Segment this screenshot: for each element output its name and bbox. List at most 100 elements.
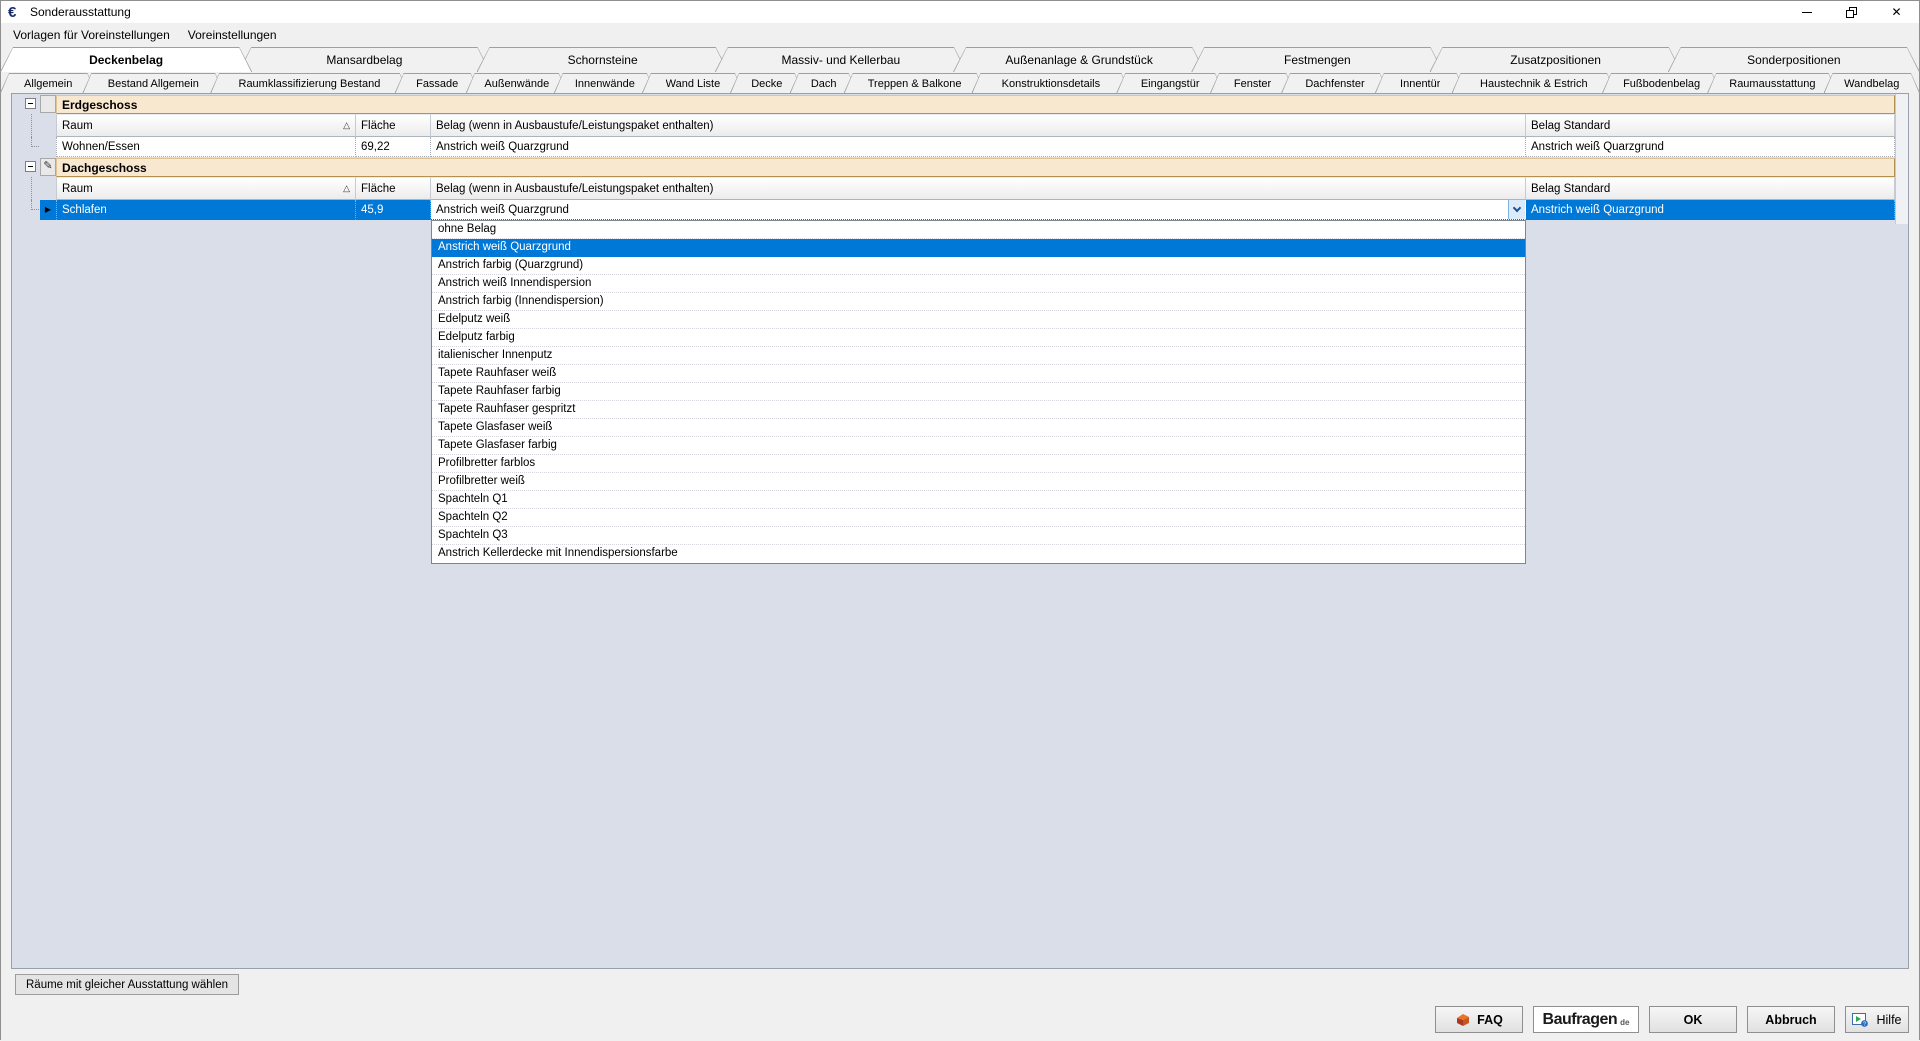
tab-haustechnik-estrich[interactable]: Haustechnik & Estrich <box>1452 73 1616 93</box>
cell-flaeche[interactable]: 45,9 <box>356 200 431 220</box>
dropdown-option-tapete-rauhfaser-gespritzt[interactable]: Tapete Rauhfaser gespritzt <box>432 401 1525 419</box>
tab-label: Deckenbelag <box>89 53 163 67</box>
cell-flaeche[interactable]: 69,22 <box>356 137 431 157</box>
tab-label: Außenwände <box>484 78 549 90</box>
app-euro-icon: € <box>8 5 26 20</box>
tab-label: Mansardbelag <box>326 53 402 67</box>
tab-mansardbelag[interactable]: Mansardbelag <box>238 47 490 72</box>
tab-schornsteine[interactable]: Schornsteine <box>477 47 729 72</box>
dropdown-option-profilbretter-weiß[interactable]: Profilbretter weiß <box>432 473 1525 491</box>
tab-außenwände[interactable]: Außenwände <box>466 73 568 93</box>
sort-ascending-icon: △ <box>343 120 350 131</box>
window-title: Sonderausstattung <box>30 5 131 19</box>
dropdown-option-edelputz-weiß[interactable]: Edelputz weiß <box>432 311 1525 329</box>
dropdown-option-spachteln-q3[interactable]: Spachteln Q3 <box>432 527 1525 545</box>
cell-belag-editor[interactable]: Anstrich weiß Quarzgrund <box>431 200 1526 220</box>
cell-belag-standard[interactable]: Anstrich weiß Quarzgrund <box>1526 137 1895 157</box>
select-same-equipment-rooms-button[interactable]: Räume mit gleicher Ausstattung wählen <box>15 974 239 995</box>
dropdown-option-italienischer-innenputz[interactable]: italienischer Innenputz <box>432 347 1525 365</box>
column-header-belag-standard[interactable]: Belag Standard <box>1526 114 1895 137</box>
group-indicator: ✎ <box>40 158 56 176</box>
tab-label: Festmengen <box>1284 53 1351 67</box>
column-header-belag[interactable]: Belag (wenn in Ausbaustufe/Leistungspake… <box>431 177 1526 200</box>
dropdown-option-tapete-glasfaser-weiß[interactable]: Tapete Glasfaser weiß <box>432 419 1525 437</box>
column-header-belag-standard[interactable]: Belag Standard <box>1526 177 1895 200</box>
cell-raum[interactable]: Schlafen <box>56 200 356 220</box>
help-label: Hilfe <box>1876 1013 1901 1027</box>
tab-label: Innentür <box>1400 78 1440 90</box>
faq-label: FAQ <box>1477 1013 1503 1027</box>
cell-belag-standard[interactable]: Anstrich weiß Quarzgrund <box>1526 200 1895 220</box>
minimize-button[interactable] <box>1784 1 1829 23</box>
dropdown-option-anstrich-weiß-innendispersion[interactable]: Anstrich weiß Innendispersion <box>432 275 1525 293</box>
tab-konstruktionsdetails[interactable]: Konstruktionsdetails <box>972 73 1131 93</box>
dropdown-option-anstrich-farbig-innendispersion[interactable]: Anstrich farbig (Innendispersion) <box>432 293 1525 311</box>
baufragen-logo-text: Baufragen <box>1543 1011 1618 1029</box>
dropdown-option-tapete-glasfaser-farbig[interactable]: Tapete Glasfaser farbig <box>432 437 1525 455</box>
dropdown-option-profilbretter-farblos[interactable]: Profilbretter farblos <box>432 455 1525 473</box>
dropdown-option-spachteln-q1[interactable]: Spachteln Q1 <box>432 491 1525 509</box>
cell-raum[interactable]: Wohnen/Essen <box>56 137 356 157</box>
group-row-erdgeschoss[interactable]: Erdgeschoss <box>12 94 1895 114</box>
tab-dachfenster[interactable]: Dachfenster <box>1281 73 1389 93</box>
dropdown-option-edelputz-farbig[interactable]: Edelputz farbig <box>432 329 1525 347</box>
collapse-expander-icon[interactable] <box>25 161 36 172</box>
tab-fußbodenbelag[interactable]: Fußbodenbelag <box>1602 73 1721 93</box>
dropdown-option-ohne-belag[interactable]: ohne Belag <box>432 221 1525 239</box>
column-header-raum[interactable]: Raum△ <box>56 177 356 200</box>
dropdown-option-spachteln-q2[interactable]: Spachteln Q2 <box>432 509 1525 527</box>
close-button[interactable]: ✕ <box>1874 1 1919 23</box>
tab-label: Dach <box>811 78 837 90</box>
tab-wand-liste[interactable]: Wand Liste <box>642 73 744 93</box>
column-header-belag[interactable]: Belag (wenn in Ausbaustufe/Leistungspake… <box>431 114 1526 137</box>
tab-raumklassifizierung-bestand[interactable]: Raumklassifizierung Bestand <box>210 73 408 93</box>
dropdown-option-anstrich-kellerdecke-mit-innendispersionsfarbe[interactable]: Anstrich Kellerdecke mit Innendispersion… <box>432 545 1525 563</box>
cancel-button[interactable]: Abbruch <box>1747 1006 1835 1033</box>
restore-icon <box>1846 7 1857 18</box>
tab-massiv-und-kellerbau[interactable]: Massiv- und Kellerbau <box>715 47 967 72</box>
help-icon: ? <box>1852 1013 1869 1027</box>
tab-label: Schornsteine <box>568 53 638 67</box>
tab-raumausstattung[interactable]: Raumausstattung <box>1707 73 1837 93</box>
collapse-expander-icon[interactable] <box>25 98 36 109</box>
tab-innenwände[interactable]: Innenwände <box>554 73 656 93</box>
column-header-raum[interactable]: Raum△ <box>56 114 356 137</box>
dropdown-option-anstrich-weiß-quarzgrund[interactable]: Anstrich weiß Quarzgrund <box>432 239 1525 257</box>
tab-festmengen[interactable]: Festmengen <box>1191 47 1443 72</box>
footer-bar: Räume mit gleicher Ausstattung wählen FA… <box>1 969 1919 1041</box>
column-header-row: Raum△FlächeBelag (wenn in Ausbaustufe/Le… <box>12 114 1895 137</box>
tab-wandbelag[interactable]: Wandbelag <box>1824 73 1920 93</box>
tab-sonderpositionen[interactable]: Sonderpositionen <box>1668 47 1920 72</box>
table-row-schlafen[interactable]: ▶Schlafen45,9Anstrich weiß QuarzgrundAns… <box>12 200 1895 220</box>
tab-eingangstür[interactable]: Eingangstür <box>1116 73 1224 93</box>
column-header-flaeche[interactable]: Fläche <box>356 177 431 200</box>
dropdown-option-tapete-rauhfaser-farbig[interactable]: Tapete Rauhfaser farbig <box>432 383 1525 401</box>
column-header-flaeche[interactable]: Fläche <box>356 114 431 137</box>
combo-dropdown-button[interactable] <box>1508 200 1525 219</box>
group-row-dachgeschoss[interactable]: ✎Dachgeschoss <box>12 157 1895 177</box>
cell-belag[interactable]: Anstrich weiß Quarzgrund <box>431 137 1526 157</box>
rooms-table: ErdgeschossRaum△FlächeBelag (wenn in Aus… <box>12 94 1895 220</box>
tab-label: Wandbelag <box>1844 78 1899 90</box>
tab-deckenbelag[interactable]: Deckenbelag <box>0 47 252 72</box>
restore-button[interactable] <box>1829 1 1874 23</box>
pencil-edit-icon: ✎ <box>43 161 52 172</box>
menu-vorlagen-fuer-voreinstellungen[interactable]: Vorlagen für Voreinstellungen <box>4 25 179 45</box>
tab-treppen-balkone[interactable]: Treppen & Balkone <box>844 73 986 93</box>
help-button[interactable]: ? Hilfe <box>1845 1006 1909 1033</box>
scrollbar-track[interactable] <box>1895 94 1908 224</box>
dialog-buttons: FAQ Baufragen de OK Abbruch ? Hilfe <box>1435 1006 1909 1033</box>
tab-label: Fassade <box>416 78 458 90</box>
tab-zusatzpositionen[interactable]: Zusatzpositionen <box>1430 47 1682 72</box>
tab-row-sub: AllgemeinBestand AllgemeinRaumklassifizi… <box>1 72 1919 93</box>
faq-button[interactable]: FAQ <box>1435 1006 1523 1033</box>
tab-bestand-allgemein[interactable]: Bestand Allgemein <box>82 73 224 93</box>
dropdown-option-tapete-rauhfaser-weiß[interactable]: Tapete Rauhfaser weiß <box>432 365 1525 383</box>
table-row-wohnen-essen[interactable]: Wohnen/Essen69,22Anstrich weiß Quarzgrun… <box>12 137 1895 157</box>
tab-außenanlage-grundstück[interactable]: Außenanlage & Grundstück <box>953 47 1205 72</box>
tab-label: Außenanlage & Grundstück <box>1005 53 1152 67</box>
baufragen-logo-button[interactable]: Baufragen de <box>1533 1006 1639 1033</box>
ok-button[interactable]: OK <box>1649 1006 1737 1033</box>
dropdown-option-anstrich-farbig-quarzgrund[interactable]: Anstrich farbig (Quarzgrund) <box>432 257 1525 275</box>
menu-voreinstellungen[interactable]: Voreinstellungen <box>179 25 286 45</box>
